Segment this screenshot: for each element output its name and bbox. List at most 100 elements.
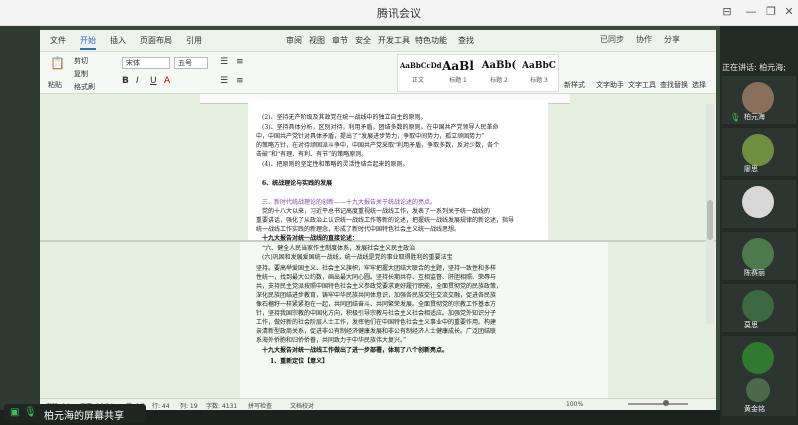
doc-line: 十九大报告对统一战线工作做出了进一步部署，体现了八个创新亮点。 (262, 347, 449, 354)
participant-tile[interactable]: 廖思 (722, 128, 796, 176)
copy-button[interactable]: 复制 (74, 69, 88, 79)
menu-home[interactable]: 开始 (80, 35, 96, 50)
share-button[interactable]: 分享 (664, 34, 680, 45)
zoom-slider-knob[interactable] (663, 400, 669, 406)
italic-icon[interactable]: I (136, 76, 139, 86)
font-size-select[interactable]: 五号 (174, 57, 208, 69)
doc-line: 像石榴籽一样紧紧抱在一起，共同团结奋斗、共同繁荣发展。全面贯彻党的宗教工作基本方 (256, 301, 497, 308)
proofread-button[interactable]: 文档校对 (290, 401, 314, 410)
doc-line: 1、重新定位【意义】 (270, 358, 329, 365)
status-wordcount: 字数: 4131 (206, 403, 238, 410)
doc-line: “六、健全人民当家作主制度体系，发展社会主义民主政治 (262, 245, 416, 252)
style-heading-3[interactable]: AaBbC 标题 3 (520, 57, 558, 84)
doc-line: 击破”和“有理、有利、有节”的策略原则。 (256, 151, 368, 158)
collaborate-button[interactable]: 协作 (636, 34, 652, 45)
doc-line: (六)巩固和发展爱国统一战线，统一战线是党的事业取得胜利的重要法宝 (262, 254, 453, 261)
bold-icon[interactable]: B (122, 76, 129, 86)
format-painter-button[interactable]: 格式刷 (74, 82, 95, 92)
avatar (742, 290, 774, 322)
ribbon-toolbar: 📋 粘贴 剪切 复制 格式刷 宋体 五号 B I U A ☰ ≡ ☰ ≡ AaB… (40, 52, 716, 94)
font-color-icon[interactable]: A (164, 76, 170, 86)
menu-chapter[interactable]: 章节 (332, 35, 348, 46)
style-heading-1[interactable]: AaBl 标题 1 (438, 57, 478, 84)
minimize-button[interactable]: — (742, 3, 760, 21)
window-titlebar: 腾讯会议 ⊟ — ❐ ✕ (0, 0, 798, 26)
paste-icon[interactable]: 📋 (50, 56, 65, 70)
font-family-select[interactable]: 宋体 (122, 57, 170, 69)
doc-line: (3)、坚持具体分析，区别对待，利用矛盾，团结多数的原则。在中国共产党领导人民革… (262, 124, 499, 131)
screen-share-icon: ▣ (10, 407, 20, 418)
avatar (742, 186, 774, 218)
participant-tile[interactable] (722, 180, 796, 228)
doc-line: 深化民族团结进步教育，铸牢中华民族共同体意识，加强各民族交往交流交融，促进各民族 (256, 292, 497, 299)
zoom-slider[interactable] (628, 403, 688, 405)
participant-tile[interactable]: 黄金铭 (722, 376, 796, 416)
style-heading-2[interactable]: AaBb( 标题 2 (480, 57, 518, 84)
left-strip (0, 26, 40, 410)
new-style-button[interactable]: 新样式 (564, 80, 585, 90)
menu-review[interactable]: 审阅 (286, 35, 302, 46)
text-assistant-button[interactable]: 文字助手 (596, 80, 624, 90)
bullet-list-icon[interactable]: ☰ (220, 57, 228, 67)
screen-share-banner[interactable]: ▣ 🎙 柏元海的屏幕共享 (4, 404, 146, 423)
doc-line: 的策略方针，在对待顽固派斗争中，中国共产党采取“利用矛盾，争取多数，反对少数，各… (256, 142, 500, 149)
align-center-icon[interactable]: ≡ (236, 76, 244, 86)
mic-icon: 🎙 (24, 407, 37, 418)
avatar (742, 342, 774, 374)
synced-status[interactable]: 已同步 (600, 34, 624, 45)
status-line: 行: 44 (152, 403, 170, 410)
avatar (742, 238, 774, 270)
status-column: 列: 19 (180, 403, 198, 410)
wps-document-window: 文件 开始 插入 页面布局 引用 审阅 视图 章节 安全 开发工具 特色功能 查… (40, 30, 716, 410)
doc-line: 系海外侨胞和归侨侨眷，共同致力于中华民族伟大复兴。” (256, 337, 407, 344)
doc-line: 重要讲话，强化了从政治上认识统一战线工作等新的论述，把握统一战线发展规律的新论述… (256, 217, 515, 224)
cut-button[interactable]: 剪切 (74, 56, 88, 66)
number-list-icon[interactable]: ≡ (236, 57, 244, 67)
style-gallery: AaBbCcDd 正文 AaBl 标题 1 AaBb( 标题 2 AaBbC 标… (397, 54, 559, 92)
paste-label[interactable]: 粘贴 (48, 80, 62, 90)
avatar (742, 134, 774, 166)
maximize-button[interactable]: ❐ (762, 3, 780, 21)
menu-developer[interactable]: 开发工具 (378, 35, 410, 46)
doc-line: 十九大报告对统一战线的直接论述： (262, 235, 359, 242)
doc-line: 针，坚持我国宗教的中国化方向，积极引导宗教与社会主义社会相适应。加强党外知识分子 (256, 310, 497, 317)
spellcheck-button[interactable]: 拼写检查 (248, 401, 272, 410)
doc-line: 统一战线工作实践的新理念，形成了新时代中国特色社会主义统一战线思想。 (256, 226, 461, 233)
text-tools-button[interactable]: 文字工具 (628, 80, 656, 90)
doc-line: (4)、把原则的坚定性和策略的灵活性结合起来的原则。 (262, 161, 409, 168)
close-button[interactable]: ✕ (780, 3, 798, 21)
doc-line: 性统一，找到最大公约数，画出最大同心圆。坚持长期共存、互相监督、肝胆相照、荣辱与 (256, 274, 497, 281)
pin-icon[interactable]: ⊟ (718, 3, 736, 21)
window-title: 腾讯会议 (377, 7, 421, 20)
menu-view[interactable]: 视图 (309, 35, 325, 46)
section-heading: 6、统战理论与实践的发展 (262, 180, 333, 187)
participant-tile[interactable]: 陈赛丽 (722, 232, 796, 280)
menu-references[interactable]: 引用 (186, 35, 202, 46)
style-normal[interactable]: AaBbCcDd 正文 (400, 57, 442, 84)
menu-file[interactable]: 文件 (50, 35, 66, 46)
participant-tile[interactable]: 莫思 (722, 284, 796, 332)
zoom-level[interactable]: 100% (566, 401, 583, 408)
participant-name: 黄金铭 (744, 405, 765, 413)
menu-search[interactable]: 查找 (458, 35, 474, 46)
doc-line: 亲清新型政商关系，促进非公有制经济健康发展和非公有制经济人士健康成长。广泛团结联 (256, 328, 497, 335)
doc-line: (2)、坚持无产阶级及其政党在统一战线中的独立自主的原则。 (262, 114, 427, 121)
menu-layout[interactable]: 页面布局 (140, 35, 172, 46)
doc-line: 共，支持民主党派按照中国特色社会主义参政党要求更好履行职能，全面贯彻党的民族政策… (256, 283, 503, 290)
doc-line: 党的十八大以来，习近平总书记高度重视统一战线工作，发表了一系列关于统一战线的 (262, 208, 491, 215)
participant-name: 柏元海 (744, 113, 765, 121)
menu-features[interactable]: 特色功能 (415, 35, 447, 46)
section-heading-purple: 三、新时代统战理论的创新——十九大报告关于统战论述的亮点。 (262, 199, 437, 206)
underline-icon[interactable]: U (150, 76, 157, 86)
menu-insert[interactable]: 插入 (110, 35, 126, 46)
participant-name: 廖思 (744, 165, 758, 173)
find-replace-button[interactable]: 查找替换 (660, 80, 688, 90)
participant-name: 陈赛丽 (744, 269, 765, 277)
select-button[interactable]: 选择 (692, 80, 706, 90)
mic-icon: 🎙 (730, 113, 741, 122)
menu-security[interactable]: 安全 (355, 35, 371, 46)
participant-tile[interactable]: 🎙 柏元海 (722, 76, 796, 124)
align-left-icon[interactable]: ☰ (220, 76, 228, 86)
speaking-label: 正在讲话: 柏元海; (722, 63, 786, 72)
scrollbar-thumb[interactable] (707, 200, 713, 240)
